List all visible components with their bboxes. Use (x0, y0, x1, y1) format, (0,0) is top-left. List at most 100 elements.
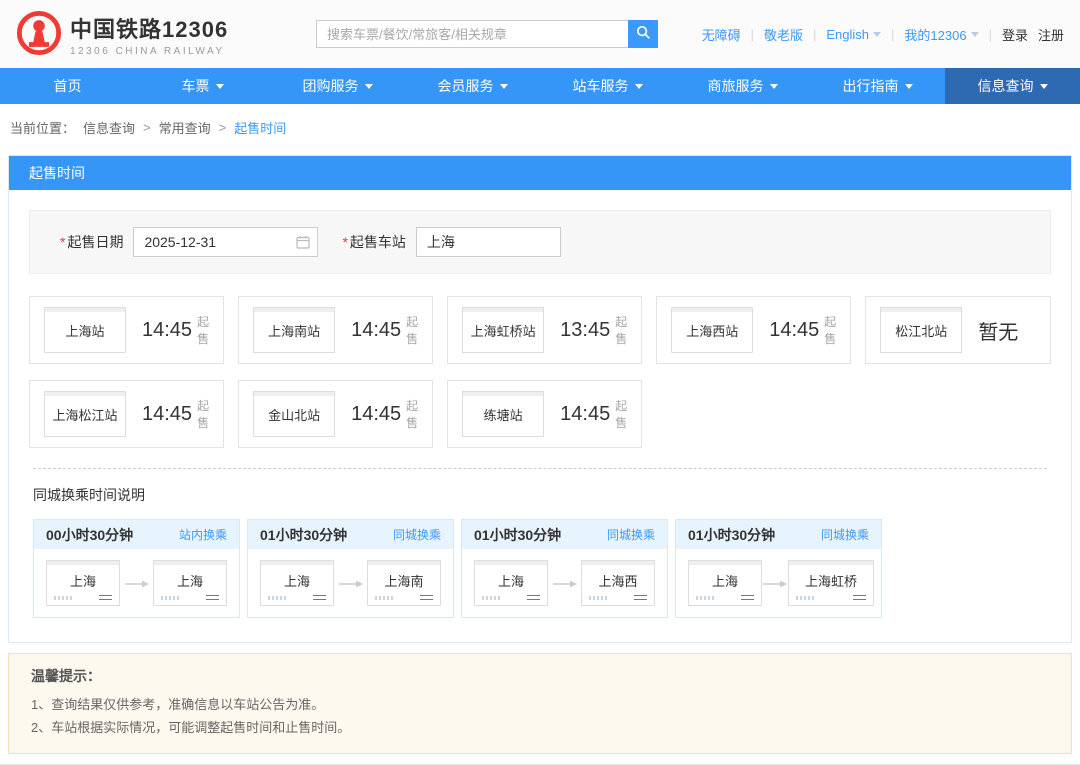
required-mark: * (60, 234, 65, 250)
station-name-box: 练塘站 (462, 391, 544, 437)
ticket-fineprint (54, 596, 72, 600)
sale-time-value: 13:45 (560, 319, 610, 342)
sale-station-input[interactable] (416, 227, 561, 257)
query-form: *起售日期 *起售车站 (29, 210, 1051, 274)
section-divider (33, 468, 1047, 469)
ticket-fineprint (796, 596, 814, 600)
nav-item-group-service[interactable]: 团购服务 (270, 68, 405, 104)
required-mark: * (342, 234, 347, 250)
breadcrumb-info-query[interactable]: 信息查询 (83, 118, 135, 137)
station-card-shanghaixi: 上海西站 14:45 起售 (656, 296, 851, 364)
search-icon (636, 25, 651, 43)
header-links: 无障碍 | 敬老版 | English | 我的12306 | 登录 注册 (702, 25, 1064, 44)
breadcrumb-prefix: 当前位置： (10, 118, 75, 137)
logo-subtitle: 12306 CHINA RAILWAY (70, 46, 228, 57)
chevron-down-icon (635, 84, 643, 89)
station-card-songjiangbei: 松江北站 暂无 (865, 296, 1051, 364)
transfer-type-label: 同城换乘 (607, 526, 655, 543)
railway-emblem-icon (16, 10, 62, 59)
to-station-box: 上海虹桥 (788, 560, 874, 606)
transfer-duration: 01小时30分钟 (260, 525, 347, 545)
transfer-card-2: 01小时30分钟 同城换乘 上海 上海南 (247, 519, 454, 618)
notice-line-2: 2、车站根据实际情况，可能调整起售时间和止售时间。 (31, 716, 1049, 739)
nav-item-info-query[interactable]: 信息查询 (945, 68, 1080, 104)
breadcrumb-sale-time[interactable]: 起售时间 (234, 118, 286, 137)
transfer-card-1: 00小时30分钟 站内换乘 上海 上海 (33, 519, 240, 618)
date-label: 起售日期 (67, 234, 123, 250)
ticket-lines-icon (206, 595, 219, 600)
chevron-down-icon (905, 84, 913, 89)
sale-time-value: 14:45 (560, 403, 610, 426)
station-name-box: 上海虹桥站 (462, 307, 544, 353)
chevron-down-icon (770, 84, 778, 89)
station-card-shanghai: 上海站 14:45 起售 (29, 296, 224, 364)
link-accessibility[interactable]: 无障碍 (702, 25, 741, 44)
to-station-box: 上海西 (581, 560, 655, 606)
calendar-icon[interactable] (296, 235, 310, 252)
ticket-fineprint (268, 596, 286, 600)
notice-title: 温馨提示： (31, 666, 1049, 686)
transfer-card-4: 01小时30分钟 同城换乘 上海 上海虹桥 (675, 519, 882, 618)
ticket-lines-icon (527, 595, 540, 600)
site-header: 中国铁路12306 12306 CHINA RAILWAY 无障碍 | 敬老版 … (0, 0, 1080, 68)
nav-item-station-service[interactable]: 站车服务 (540, 68, 675, 104)
transfer-type-label: 同城换乘 (393, 526, 441, 543)
sale-suffix: 起售 (824, 313, 836, 347)
chevron-down-icon (1040, 84, 1048, 89)
nav-item-member-service[interactable]: 会员服务 (405, 68, 540, 104)
from-station-box: 上海 (46, 560, 120, 606)
station-card-shanghaihongqiao: 上海虹桥站 13:45 起售 (447, 296, 642, 364)
arrow-right-icon (762, 578, 788, 588)
transfer-section-heading: 同城换乘时间说明 (33, 485, 1047, 505)
link-english[interactable]: English (826, 27, 881, 42)
ticket-fineprint (696, 596, 714, 600)
transfer-type-label: 站内换乘 (179, 526, 227, 543)
chevron-down-icon (971, 32, 979, 37)
ticket-lines-icon (420, 595, 433, 600)
register-button[interactable]: 注册 (1038, 25, 1064, 44)
search-bar (316, 20, 658, 48)
notice-line-1: 1、查询结果仅供参考，准确信息以车站公告为准。 (31, 693, 1049, 716)
station-card-shanghaisongjiang: 上海松江站 14:45 起售 (29, 380, 224, 448)
ticket-fineprint (161, 596, 179, 600)
sale-suffix: 起售 (615, 397, 627, 431)
to-station-box: 上海南 (367, 560, 441, 606)
nav-item-travel-guide[interactable]: 出行指南 (810, 68, 945, 104)
chevron-down-icon (873, 32, 881, 37)
sale-time-value: 14:45 (142, 403, 192, 426)
ticket-fineprint (589, 596, 607, 600)
breadcrumb-common-query[interactable]: 常用查询 (159, 118, 211, 137)
from-station-box: 上海 (688, 560, 762, 606)
link-elder-version[interactable]: 敬老版 (764, 25, 803, 44)
sale-suffix: 起售 (197, 397, 209, 431)
ticket-lines-icon (313, 595, 326, 600)
search-input[interactable] (316, 20, 628, 48)
transfer-duration: 01小时30分钟 (688, 525, 775, 545)
station-label: 起售车站 (350, 234, 406, 250)
site-logo[interactable]: 中国铁路12306 12306 CHINA RAILWAY (16, 10, 316, 59)
chevron-down-icon (365, 84, 373, 89)
station-card-jinshanbei: 金山北站 14:45 起售 (238, 380, 433, 448)
panel-title: 起售时间 (9, 156, 1071, 190)
sale-time-value: 14:45 (351, 319, 401, 342)
arrow-right-icon (334, 578, 367, 588)
station-name-box: 松江北站 (880, 307, 962, 353)
sale-suffix: 起售 (615, 313, 627, 347)
station-name-box: 上海松江站 (44, 391, 126, 437)
sale-time-value: 14:45 (142, 319, 192, 342)
arrow-right-icon (548, 578, 581, 588)
link-my12306[interactable]: 我的12306 (904, 25, 978, 44)
transfer-type-label: 同城换乘 (821, 526, 869, 543)
station-card-liantang: 练塘站 14:45 起售 (447, 380, 642, 448)
login-button[interactable]: 登录 (1002, 25, 1028, 44)
nav-item-home[interactable]: 首页 (0, 68, 135, 104)
nav-item-business-service[interactable]: 商旅服务 (675, 68, 810, 104)
sale-suffix: 起售 (197, 313, 209, 347)
ticket-fineprint (482, 596, 500, 600)
logo-title: 中国铁路12306 (70, 12, 228, 44)
station-name-box: 上海西站 (671, 307, 753, 353)
search-button[interactable] (628, 20, 658, 48)
nav-item-tickets[interactable]: 车票 (135, 68, 270, 104)
to-station-box: 上海 (153, 560, 227, 606)
sale-date-input[interactable] (133, 227, 318, 257)
